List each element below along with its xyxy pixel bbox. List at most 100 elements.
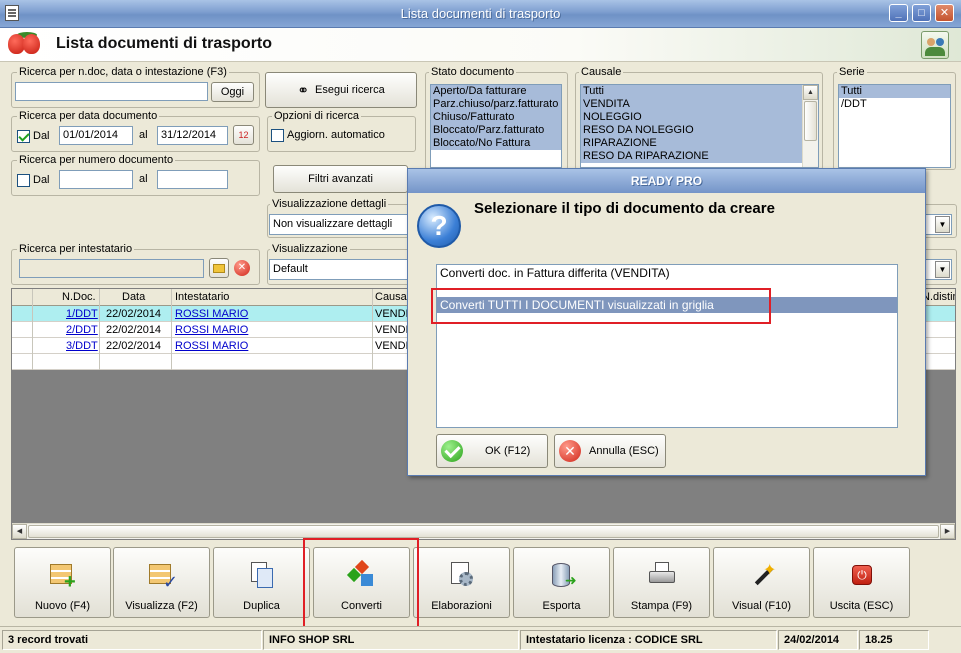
visual-button[interactable]: ✦ Visual (F10): [713, 547, 810, 618]
scroll-left-icon[interactable]: ◀: [12, 524, 27, 539]
processing-button[interactable]: Elaborazioni: [413, 547, 510, 618]
dialog-message: Selezionare il tipo di documento da crea…: [474, 200, 775, 217]
view-label: Visualizzazione: [270, 243, 350, 255]
power-icon: ⏻: [847, 560, 877, 590]
grid-divider: [99, 289, 100, 370]
print-button[interactable]: Stampa (F9): [613, 547, 710, 618]
ndoc-search-input[interactable]: [15, 82, 208, 101]
search-options-label: Opzioni di ricerca: [272, 110, 361, 122]
date-filter-checkbox[interactable]: [17, 130, 30, 143]
today-button[interactable]: Oggi: [211, 82, 254, 102]
convert-highlight-box: [303, 538, 419, 628]
record-count: 3 record trovati: [2, 630, 262, 650]
scroll-up-icon[interactable]: ▲: [803, 85, 818, 100]
cancel-label: Annulla (ESC): [589, 445, 659, 457]
duplicate-button[interactable]: Duplica: [213, 547, 310, 618]
doc-status-list[interactable]: Aperto/Da fatturare Parz.chiuso/parz.fat…: [430, 84, 562, 168]
company-name: INFO SHOP SRL: [263, 630, 519, 650]
cell-data: 22/02/2014: [106, 340, 162, 352]
list-item[interactable]: Chiuso/Fatturato: [431, 111, 561, 124]
option-highlight-box: [431, 288, 771, 324]
causale-list[interactable]: Tutti VENDITA NOLEGGIO RESO DA NOLEGGIO …: [580, 84, 819, 168]
cell-intestatario[interactable]: ROSSI MARIO: [175, 308, 248, 320]
date-to-input[interactable]: 31/12/2014: [157, 126, 228, 145]
cell-ndoc[interactable]: 2/DDT: [66, 324, 98, 336]
causale-scrollbar[interactable]: ▲: [802, 85, 818, 167]
cell-causale: VENDI: [375, 324, 409, 336]
ndoc-search-label: Ricerca per n.doc, data o intestazione (…: [17, 66, 229, 78]
number-search-label: Ricerca per numero documento: [17, 154, 176, 166]
column-header-ndistinta[interactable]: N.distin: [922, 291, 955, 303]
auto-update-checkbox[interactable]: [271, 129, 284, 142]
number-to-input[interactable]: [157, 170, 228, 189]
ok-button[interactable]: OK (F12): [436, 434, 548, 468]
minimize-button[interactable]: _: [889, 4, 908, 22]
grid-horizontal-scrollbar[interactable]: ◀ ▶: [12, 523, 955, 539]
cancel-button[interactable]: ✕ Annulla (ESC): [554, 434, 666, 468]
ok-check-icon: [441, 440, 463, 462]
status-date: 24/02/2014: [778, 630, 858, 650]
advanced-filters-button[interactable]: Filtri avanzati: [273, 165, 408, 193]
cell-ndoc[interactable]: 3/DDT: [66, 340, 98, 352]
option-convert-invoice[interactable]: Converti doc. in Fattura differita (VEND…: [437, 265, 897, 281]
cell-causale: VENDI: [375, 340, 409, 352]
close-button[interactable]: ✕: [935, 4, 954, 22]
grid-divider: [171, 289, 172, 370]
column-header-data[interactable]: Data: [122, 291, 145, 303]
chevron-down-icon[interactable]: ▼: [935, 261, 950, 278]
question-icon: ?: [417, 204, 461, 248]
view-button[interactable]: ✓ Visualizza (F2): [113, 547, 210, 618]
date-from-input[interactable]: 01/01/2014: [59, 126, 133, 145]
folder-icon[interactable]: [209, 258, 229, 278]
export-label: Esporta: [542, 600, 581, 612]
cell-data: 22/02/2014: [106, 308, 162, 320]
number-filter-checkbox[interactable]: [17, 174, 30, 187]
cell-ndoc[interactable]: 1/DDT: [66, 308, 98, 320]
new-label: Nuovo (F4): [34, 600, 91, 612]
clear-icon[interactable]: ✕: [232, 258, 252, 278]
number-from-input[interactable]: [59, 170, 133, 189]
doc-status-label: Stato documento: [429, 66, 517, 78]
users-icon[interactable]: [921, 31, 949, 59]
list-item[interactable]: /DDT: [839, 98, 950, 111]
list-item[interactable]: RESO DA NOLEGGIO: [581, 124, 802, 137]
list-item[interactable]: Tutti: [581, 85, 802, 98]
list-item[interactable]: Bloccato/Parz.fatturato: [431, 124, 561, 137]
calendar-icon[interactable]: 12: [233, 125, 254, 145]
list-item[interactable]: VENDITA: [581, 98, 802, 111]
list-item[interactable]: Bloccato/No Fattura: [431, 137, 561, 150]
list-item[interactable]: Aperto/Da fatturare: [431, 85, 561, 98]
execute-search-button[interactable]: ⚭ Esegui ricerca: [265, 72, 417, 108]
page-title: Lista documenti di trasporto: [56, 35, 273, 52]
scroll-thumb[interactable]: [804, 101, 817, 141]
processing-gear-icon: [447, 560, 477, 590]
column-header-intestatario[interactable]: Intestatario: [175, 291, 229, 303]
exit-button[interactable]: ⏻ Uscita (ESC): [813, 547, 910, 618]
series-list[interactable]: Tutti /DDT: [838, 84, 951, 168]
scroll-right-icon[interactable]: ▶: [940, 524, 955, 539]
export-button[interactable]: ➜ Esporta: [513, 547, 610, 618]
causale-label: Causale: [579, 66, 624, 78]
convert-dialog: READY PRO ? Selezionare il tipo di docum…: [407, 168, 926, 476]
date-dal-label: Dal: [33, 130, 50, 142]
column-header-causale[interactable]: Causal: [375, 291, 409, 303]
list-item[interactable]: NOLEGGIO: [581, 111, 802, 124]
list-item[interactable]: RIPARAZIONE: [581, 137, 802, 150]
holder-search-input[interactable]: [19, 259, 204, 278]
scroll-thumb[interactable]: [28, 525, 939, 538]
exit-label: Uscita (ESC): [829, 600, 894, 612]
maximize-button[interactable]: □: [912, 4, 931, 22]
list-item[interactable]: RESO DA RIPARAZIONE: [581, 150, 802, 163]
list-item[interactable]: Tutti: [839, 85, 950, 98]
number-dal-label: Dal: [33, 174, 50, 186]
cell-intestatario[interactable]: ROSSI MARIO: [175, 340, 248, 352]
date-search-label: Ricerca per data documento: [17, 110, 160, 122]
visual-label: Visual (F10): [731, 600, 792, 612]
cell-intestatario[interactable]: ROSSI MARIO: [175, 324, 248, 336]
chevron-down-icon[interactable]: ▼: [935, 216, 950, 233]
cancel-x-icon: ✕: [559, 440, 581, 462]
list-item[interactable]: Parz.chiuso/parz.fatturato: [431, 98, 561, 111]
new-button[interactable]: + Nuovo (F4): [14, 547, 111, 618]
column-header-ndoc[interactable]: N.Doc.: [62, 291, 96, 303]
dialog-title: READY PRO: [408, 169, 925, 193]
